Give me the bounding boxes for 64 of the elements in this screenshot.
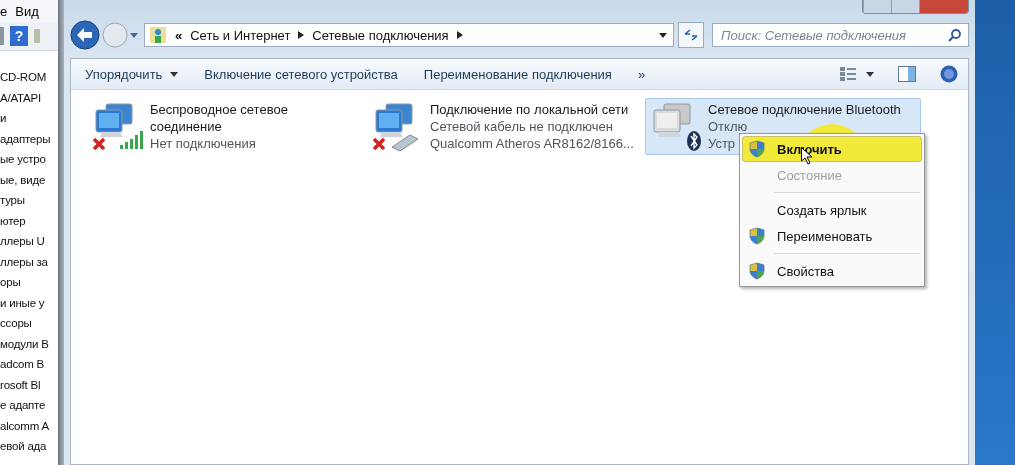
connection-name: Беспроводное сетевое соединение	[150, 101, 289, 135]
tree-item[interactable]: евой ада	[0, 436, 58, 457]
shield-icon	[749, 140, 765, 158]
shield-icon	[749, 227, 765, 245]
window-caption-buttons[interactable]	[862, 0, 969, 14]
tree-item[interactable]: ллеры U	[0, 231, 58, 252]
menu-item[interactable]: Создать ярлык	[777, 202, 867, 218]
menu-item[interactable]: Свойства	[777, 263, 835, 279]
tree-item[interactable]: ые, виде	[0, 169, 58, 190]
tree-item[interactable]: туры	[0, 190, 58, 211]
connection-item[interactable]: Беспроводное сетевое соединение Нет подключения	[87, 98, 367, 155]
toolbar-button[interactable]: Упорядочить	[77, 62, 187, 86]
caret-down-icon	[866, 71, 874, 77]
address-bar[interactable]: « Сеть и Интернет Сетевые подключения	[144, 23, 674, 47]
history-dropdown-icon[interactable]	[130, 32, 138, 38]
breadcrumb[interactable]: Сетевые подключения	[312, 27, 449, 43]
chevron-right-icon	[456, 31, 463, 39]
tree-item[interactable]: адаптеры	[0, 128, 58, 149]
tree-item[interactable]: и	[0, 108, 58, 129]
tree-item[interactable]: CD-ROM	[0, 67, 58, 88]
menu-item[interactable]: Переименовать	[777, 228, 873, 244]
tree-item[interactable]: оры	[0, 272, 58, 293]
more-button[interactable]: »	[629, 62, 654, 86]
caret-down-icon	[170, 71, 179, 77]
chevron-right-icon	[298, 31, 305, 39]
connection-status: Отклю	[708, 118, 748, 135]
tree-item[interactable]: модули B	[0, 333, 58, 354]
connection-item[interactable]: Подключение по локальной сети Сетевой кабель не подключен Qualcomm Atheros AR8162/8166...	[367, 98, 645, 155]
tree-item[interactable]: ллеры за	[0, 251, 58, 272]
dropdown-icon[interactable]	[659, 32, 667, 38]
toolbar-button[interactable]: Включение сетевого устройства	[196, 62, 406, 86]
connection-name: Подключение по локальной сети	[430, 101, 630, 118]
tree-item[interactable]: adcom B	[0, 354, 58, 375]
network-computers-icon	[650, 101, 702, 153]
connection-status: Нет подключения	[150, 135, 256, 152]
tree-item[interactable]: A/ATAPI	[0, 87, 58, 108]
menu-item[interactable]: Вид	[15, 3, 39, 19]
connection-name: Сетевое подключение Bluetooth	[708, 101, 901, 118]
search-icon	[948, 29, 961, 42]
tree-item[interactable]: и иные у	[0, 292, 58, 313]
tree-item[interactable]: ые устро	[0, 149, 58, 170]
shield-icon	[749, 262, 765, 280]
connection-status: Qualcomm Atheros AR8162/8166...	[430, 135, 634, 152]
view-options-icon[interactable]	[840, 67, 856, 81]
search-field[interactable]: Поиск: Сетевые подключения	[712, 23, 969, 47]
menu-item[interactable]: е	[0, 3, 8, 19]
connection-status: Сетевой кабель не подключен	[430, 118, 613, 135]
back-button[interactable]	[70, 20, 100, 50]
refresh-icon	[684, 29, 698, 41]
tree-item[interactable]: rosoft Bl	[0, 374, 58, 395]
network-folder-icon	[149, 25, 167, 45]
breadcrumb-overflow[interactable]: «	[175, 27, 183, 43]
tree-item[interactable]: ютер	[0, 210, 58, 231]
help-icon[interactable]	[940, 65, 958, 83]
toolbar-button[interactable]: Переименование подключения	[415, 62, 620, 86]
network-computers-icon	[92, 101, 144, 153]
preview-pane-icon[interactable]	[898, 66, 916, 82]
connection-status: Устр	[708, 135, 736, 152]
refresh-button[interactable]	[678, 22, 704, 48]
tree-item[interactable]: alcomm A	[0, 415, 58, 436]
breadcrumb[interactable]: Сеть и Интернет	[190, 27, 291, 43]
tree-item[interactable]: ссоры	[0, 313, 58, 334]
help-button[interactable]: ?	[10, 26, 28, 46]
tree-item[interactable]: е адапте	[0, 395, 58, 416]
